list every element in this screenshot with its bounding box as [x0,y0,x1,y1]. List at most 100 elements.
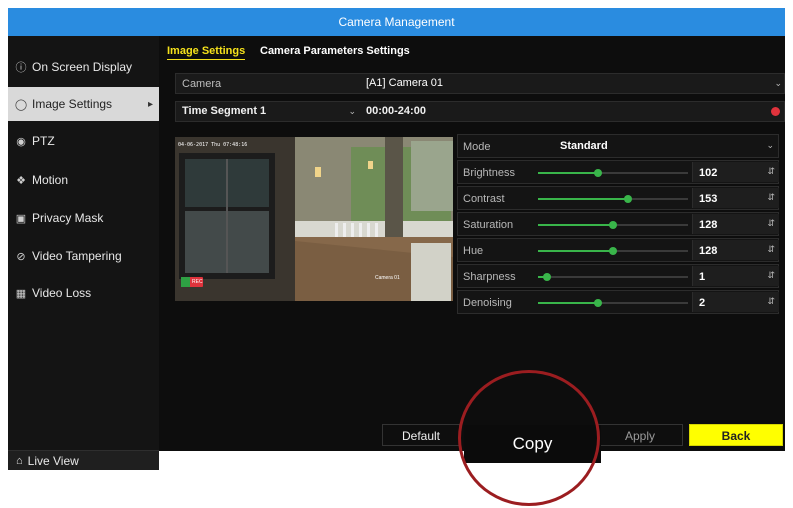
mode-row: Mode Standard ⌄ [457,134,779,158]
time-range-field[interactable]: 00:00-24:00 [360,102,786,121]
tab-camera-parameters-settings[interactable]: Camera Parameters Settings [260,45,410,57]
contrast-value: 153 [699,193,718,205]
contrast-slider[interactable] [538,195,688,203]
camera-management-window: Camera Management ⓘ On Screen Display ◯ … [8,8,785,470]
privacy-mask-icon: ▣ [15,212,27,225]
image-settings-icon: ◯ [14,98,28,111]
window-title: Camera Management [8,8,785,36]
denoising-value: 2 [699,297,706,309]
spinner-icon[interactable]: ⇵ [767,166,775,177]
chevron-right-icon: ▸ [147,98,153,110]
brightness-row: Brightness 102 ⇵ [457,160,779,184]
slider-thumb[interactable] [594,299,602,307]
spinner-icon[interactable]: ⇵ [767,192,775,203]
tab-image-settings[interactable]: Image Settings [167,45,246,60]
sidebar-item-label: Video Tampering [32,249,122,263]
hue-spinbox[interactable]: 128 ⇵ [692,240,779,260]
camera-label: Camera [182,77,222,90]
sidebar-item-privacy-mask[interactable]: ▣ Privacy Mask [8,201,159,235]
time-segment-select[interactable]: Time Segment 1 ⌄ [176,102,360,121]
tab-bar: Image Settings Camera Parameters Setting… [159,36,785,64]
video-tampering-icon: ⊘ [16,250,26,263]
saturation-spinbox[interactable]: 128 ⇵ [692,214,779,234]
apply-button[interactable]: Apply [597,424,683,446]
contrast-spinbox[interactable]: 153 ⇵ [692,188,779,208]
sidebar-item-label: Video Loss [32,286,92,300]
sharpness-spinbox[interactable]: 1 ⇵ [692,266,779,286]
home-icon: ⌂ [16,454,23,467]
spinner-icon[interactable]: ⇵ [767,244,775,255]
sharpness-label: Sharpness [463,271,516,283]
sidebar-item-label: On Screen Display [32,60,133,74]
sidebar-item-video-loss[interactable]: ▦ Video Loss [8,276,159,310]
hue-slider[interactable] [538,247,688,255]
brightness-label: Brightness [463,167,515,179]
spinner-icon[interactable]: ⇵ [767,296,775,307]
chevron-down-icon: ⌄ [766,140,774,150]
denoising-slider[interactable] [538,299,688,307]
hue-value: 128 [699,245,718,257]
slider-thumb[interactable] [609,221,617,229]
sidebar-item-label: Privacy Mask [32,211,104,225]
sidebar-item-label: PTZ [32,134,55,148]
sidebar-item-video-tampering[interactable]: ⊘ Video Tampering [8,239,159,273]
sidebar-item-image-settings[interactable]: ◯ Image Settings ▸ [8,87,159,121]
denoising-label: Denoising [463,297,512,309]
live-view-label: Live View [27,453,79,468]
spinner-icon[interactable]: ⇵ [767,218,775,229]
clock-icon[interactable] [771,107,780,116]
camera-preview: 04-06-2017 Thu 07:48:16 Camera 01 REC [175,137,453,301]
ptz-icon: ◉ [16,135,26,148]
motion-icon: ❖ [16,174,26,187]
mode-label: Mode [463,141,491,153]
preview-timestamp: 04-06-2017 Thu 07:48:16 [178,142,248,148]
mode-select-value: Standard [560,140,608,152]
time-segment-value: Time Segment 1 [182,105,267,117]
sidebar-item-motion[interactable]: ❖ Motion [8,163,159,197]
slider-thumb[interactable] [624,195,632,203]
slider-thumb[interactable] [543,273,551,281]
sidebar: ⓘ On Screen Display ◯ Image Settings ▸ ◉… [8,36,159,470]
sidebar-item-label: Motion [32,173,69,187]
saturation-value: 128 [699,219,718,231]
slider-thumb[interactable] [594,169,602,177]
slider-thumb[interactable] [609,247,617,255]
camera-select[interactable]: [A1] Camera 01 ⌄ [360,74,786,93]
spinner-icon[interactable]: ⇵ [767,270,775,281]
camera-select-row: Camera [A1] Camera 01 ⌄ [175,73,785,94]
mode-select[interactable]: Standard ⌄ [556,136,778,156]
brightness-value: 102 [699,167,718,179]
info-icon: ⓘ [15,62,27,74]
brightness-slider[interactable] [538,169,688,177]
preview-caption: Camera 01 [375,275,400,281]
saturation-label: Saturation [463,219,514,231]
sharpness-value: 1 [699,271,706,283]
chevron-down-icon: ⌄ [348,106,356,116]
brightness-spinbox[interactable]: 102 ⇵ [692,162,779,182]
chevron-down-icon: ⌄ [774,78,782,88]
sidebar-item-ptz[interactable]: ◉ PTZ [8,124,159,158]
sharpness-slider[interactable] [538,273,688,281]
rec-label: REC [192,279,203,285]
back-button[interactable]: Back [689,424,783,446]
camera-select-value: [A1] Camera 01 [366,77,444,89]
live-view-button[interactable]: ⌂ Live View [8,450,159,470]
time-segment-row: Time Segment 1 ⌄ 00:00-24:00 [175,101,785,122]
saturation-row: Saturation 128 ⇵ [457,212,779,236]
main-panel: Image Settings Camera Parameters Setting… [159,36,785,451]
sharpness-row: Sharpness 1 ⇵ [457,264,779,288]
denoising-spinbox[interactable]: 2 ⇵ [692,292,779,312]
hue-label: Hue [463,245,484,257]
contrast-label: Contrast [463,193,505,205]
video-loss-icon: ▦ [15,287,27,300]
time-range-value: 00:00-24:00 [366,105,426,117]
contrast-row: Contrast 153 ⇵ [457,186,779,210]
denoising-row: Denoising 2 ⇵ [457,290,779,314]
rec-badge: REC [181,277,203,287]
sidebar-item-on-screen-display[interactable]: ⓘ On Screen Display [8,50,159,84]
saturation-slider[interactable] [538,221,688,229]
sidebar-item-label: Image Settings [32,97,113,111]
porch-preview-image [175,137,453,301]
default-button[interactable]: Default [382,424,460,446]
record-icon [181,277,190,287]
